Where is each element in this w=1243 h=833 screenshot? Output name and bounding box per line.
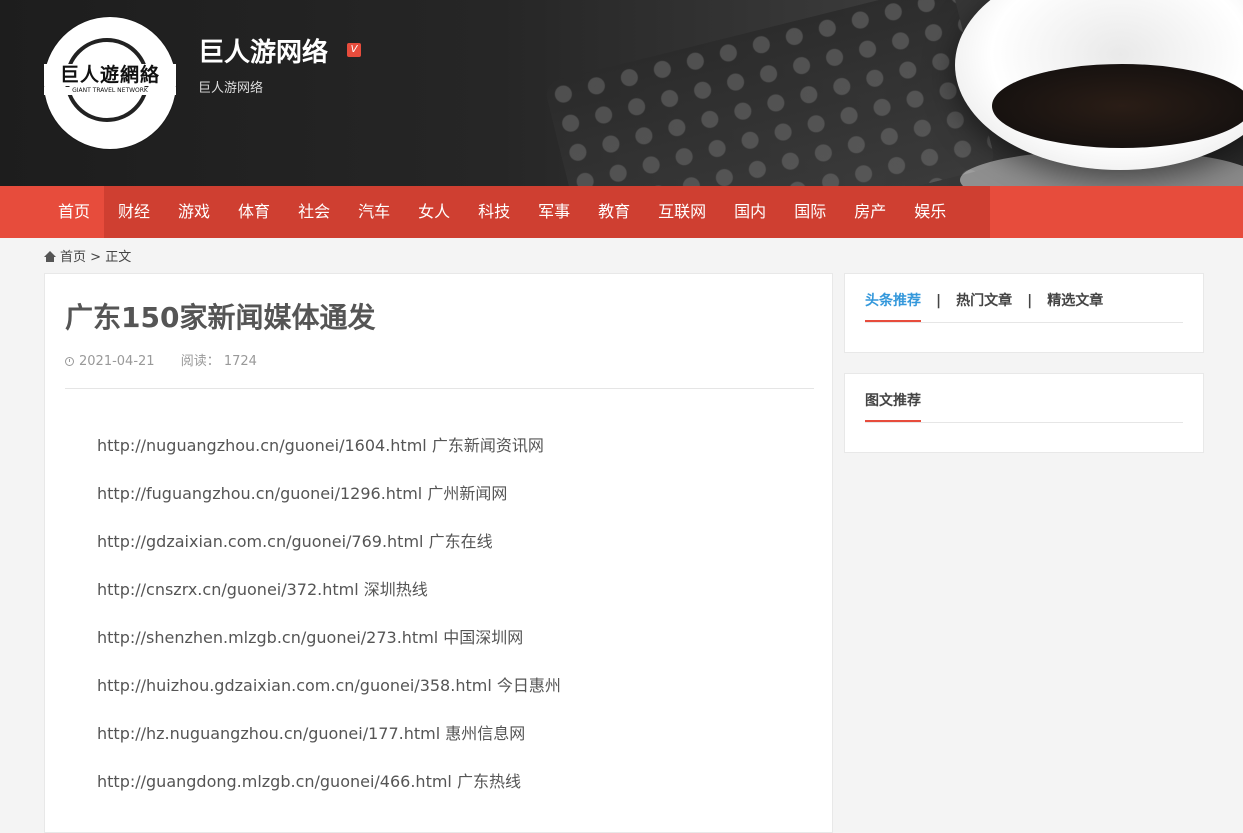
site-subtitle: 巨人游网络 — [198, 81, 264, 96]
article-views-label: 阅读： — [180, 354, 220, 369]
site-logo[interactable]: 巨人遊網絡 GIANT TRAVEL NETWORK — [44, 17, 176, 149]
sidebar-photo-widget: 图文推荐 — [844, 373, 1204, 453]
tab-hot-articles[interactable]: 热门文章 — [956, 290, 1012, 321]
tab-featured-articles[interactable]: 精选文章 — [1047, 290, 1103, 321]
article-paragraph: http://fuguangzhou.cn/guonei/1296.html 广… — [97, 484, 508, 503]
photo-recommend-title: 图文推荐 — [865, 390, 921, 422]
article-meta: 2021-04-21 阅读： 1724 — [65, 350, 257, 369]
nav-item-international[interactable]: 国际 — [780, 186, 840, 238]
article-divider — [65, 388, 814, 389]
header-banner: 巨人遊網絡 GIANT TRAVEL NETWORK 巨人游网络 V 巨人游网络 — [0, 0, 1243, 186]
nav-item-auto[interactable]: 汽车 — [344, 186, 404, 238]
coffee-background-image — [992, 64, 1243, 148]
tab-separator: | — [936, 293, 942, 309]
article-views-count: 1724 — [223, 354, 257, 369]
article-panel: 广东150家新闻媒体通发 2021-04-21 阅读： 1724 http://… — [44, 273, 833, 833]
nav-item-domestic[interactable]: 国内 — [720, 186, 780, 238]
photo-recommend-header: 图文推荐 — [865, 390, 1183, 423]
home-icon — [44, 251, 56, 262]
article-paragraph: http://huizhou.gdzaixian.com.cn/guonei/3… — [97, 676, 561, 695]
sidebar-recommend-widget: 头条推荐 | 热门文章 | 精选文章 — [844, 273, 1204, 353]
nav-item-society[interactable]: 社会 — [284, 186, 344, 238]
breadcrumb-current: 正文 — [105, 250, 132, 265]
breadcrumb-separator: > — [90, 250, 102, 265]
article-body: http://nuguangzhou.cn/guonei/1604.html 广… — [97, 434, 561, 818]
nav-item-military[interactable]: 军事 — [524, 186, 584, 238]
nav-item-women[interactable]: 女人 — [404, 186, 464, 238]
nav-item-internet[interactable]: 互联网 — [644, 186, 720, 238]
logo-text: 巨人遊網絡 — [44, 64, 176, 86]
verified-badge-icon: V — [347, 43, 361, 57]
nav-item-entertainment[interactable]: 娱乐 — [900, 186, 960, 238]
main-nav: 首页 财经 游戏 体育 社会 汽车 女人 科技 军事 教育 互联网 国内 国际 … — [0, 186, 1243, 238]
nav-item-finance[interactable]: 财经 — [104, 186, 164, 238]
article-paragraph: http://shenzhen.mlzgb.cn/guonei/273.html… — [97, 628, 524, 647]
keyboard-background-image — [543, 0, 997, 186]
nav-item-games[interactable]: 游戏 — [164, 186, 224, 238]
tab-headline-recommend[interactable]: 头条推荐 — [865, 290, 921, 322]
tab-separator: | — [1027, 293, 1033, 309]
article-paragraph: http://nuguangzhou.cn/guonei/1604.html 广… — [97, 436, 544, 455]
article-paragraph: http://gdzaixian.com.cn/guonei/769.html … — [97, 532, 493, 551]
article-paragraph: http://hz.nuguangzhou.cn/guonei/177.html… — [97, 724, 526, 743]
site-title[interactable]: 巨人游网络 — [198, 32, 328, 69]
article-paragraph: http://cnszrx.cn/guonei/372.html 深圳热线 — [97, 580, 428, 599]
sidebar-tabs: 头条推荐 | 热门文章 | 精选文章 — [865, 290, 1183, 323]
article-date: 2021-04-21 — [79, 354, 155, 369]
nav-item-tech[interactable]: 科技 — [464, 186, 524, 238]
article-paragraph: http://guangdong.mlzgb.cn/guonei/466.htm… — [97, 772, 521, 791]
clock-icon — [65, 357, 74, 366]
nav-item-real-estate[interactable]: 房产 — [840, 186, 900, 238]
nav-menu: 首页 财经 游戏 体育 社会 汽车 女人 科技 军事 教育 互联网 国内 国际 … — [44, 186, 990, 238]
breadcrumb-home-link[interactable]: 首页 — [60, 250, 86, 265]
logo-subtext: GIANT TRAVEL NETWORK — [44, 87, 176, 95]
nav-item-education[interactable]: 教育 — [584, 186, 644, 238]
nav-item-home[interactable]: 首页 — [44, 186, 105, 238]
article-title: 广东150家新闻媒体通发 — [65, 301, 376, 334]
breadcrumb: 首页 > 正文 — [44, 246, 131, 265]
nav-item-sports[interactable]: 体育 — [224, 186, 284, 238]
